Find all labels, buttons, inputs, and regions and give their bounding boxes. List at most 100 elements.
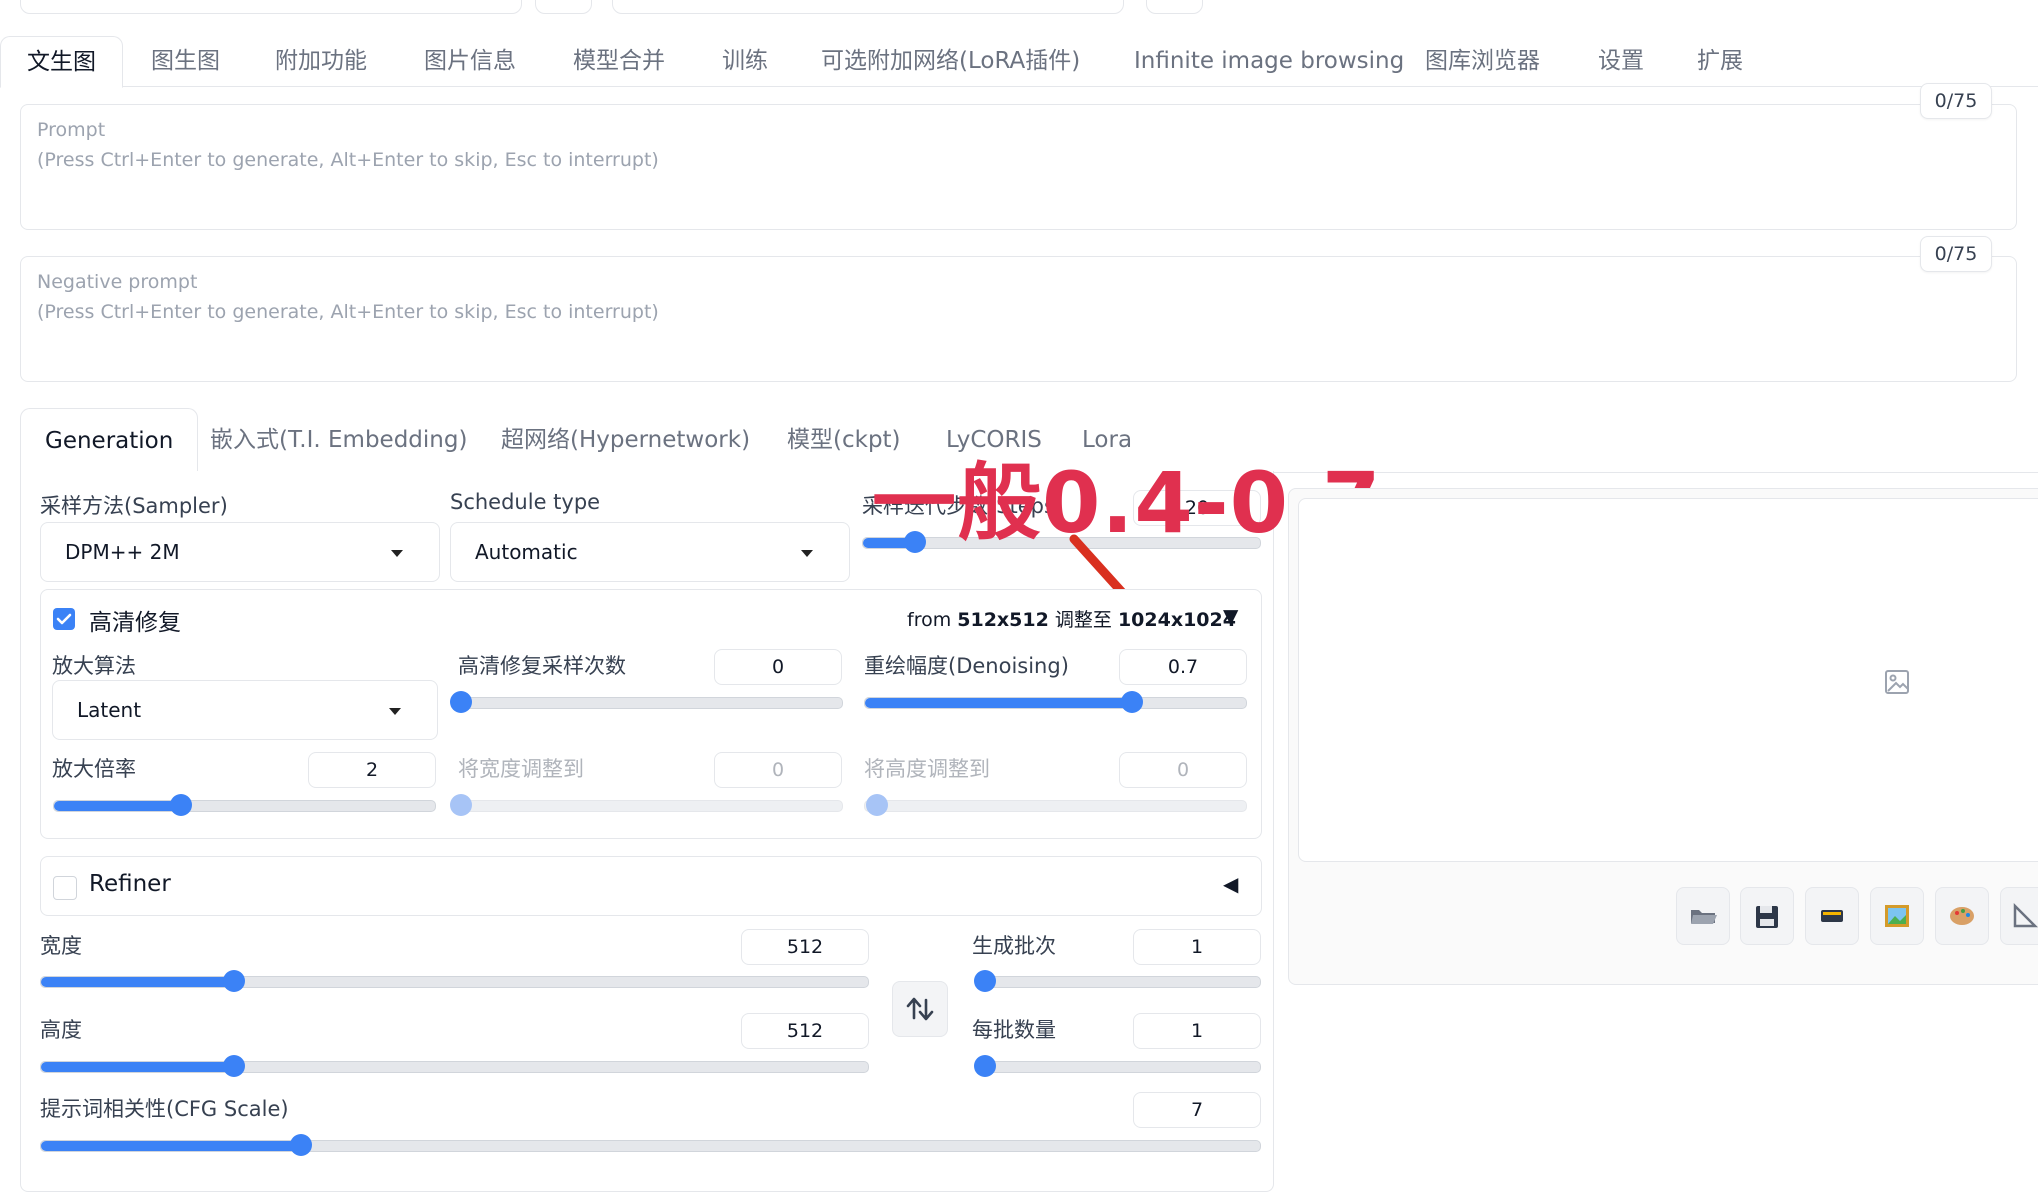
save-icon	[1756, 906, 1778, 928]
batch-count-slider-thumb[interactable]	[974, 970, 996, 992]
resize-width-label: 将宽度调整到	[458, 757, 584, 781]
height-slider-fill	[41, 1062, 234, 1072]
negative-prompt-textarea[interactable]: Negative prompt (Press Ctrl+Enter to gen…	[20, 256, 2017, 382]
upscale-by-slider-fill	[54, 801, 181, 811]
open-folder-button[interactable]	[1676, 887, 1730, 945]
width-input[interactable]: 512	[741, 929, 869, 965]
refiner-checkbox[interactable]	[53, 876, 77, 900]
denoising-slider-fill	[865, 698, 1132, 708]
width-slider[interactable]	[40, 970, 869, 992]
denoising-slider-thumb[interactable]	[1120, 691, 1143, 713]
negative-prompt-token-counter: 0/75	[1920, 236, 1992, 272]
upscale-by-input[interactable]: 2	[308, 752, 436, 788]
width-slider-thumb[interactable]	[222, 970, 245, 992]
palette-icon	[1950, 907, 1974, 925]
sampler-value: DPM++ 2M	[65, 540, 180, 564]
hires-steps-label: 高清修复采样次数	[458, 654, 626, 678]
checkmark-icon	[56, 613, 72, 625]
cfg-scale-slider[interactable]	[40, 1134, 1261, 1156]
tab-embedding[interactable]: 嵌入式(T.I. Embedding)	[210, 408, 467, 472]
tab-train[interactable]: 训练	[722, 36, 768, 86]
tab-infinite-image-browsing[interactable]: Infinite image browsing	[1134, 36, 1404, 86]
height-slider-thumb[interactable]	[222, 1055, 245, 1077]
upscaler-value: Latent	[77, 698, 142, 722]
swap-dimensions-button[interactable]	[892, 981, 948, 1037]
height-input[interactable]: 512	[741, 1013, 869, 1049]
sampler-dropdown[interactable]: DPM++ 2M	[40, 522, 440, 582]
hires-size-to-prefix: 调整至	[1048, 609, 1118, 631]
denoising-label: 重绘幅度(Denoising)	[864, 654, 1069, 678]
output-image-area	[1298, 498, 2038, 862]
cfg-scale-slider-fill	[41, 1141, 301, 1151]
refiner-panel	[40, 856, 1262, 916]
upscaler-label: 放大算法	[52, 654, 136, 678]
tab-extensions[interactable]: 扩展	[1697, 36, 1743, 86]
hires-fix-checkbox[interactable]	[53, 608, 75, 630]
hires-collapse-icon[interactable]: ▼	[1223, 604, 1238, 628]
batch-count-input[interactable]: 1	[1133, 929, 1261, 965]
prompt-hint: (Press Ctrl+Enter to generate, Alt+Enter…	[37, 149, 659, 171]
send-to-extras-button[interactable]	[2000, 887, 2038, 945]
tab-img2img[interactable]: 图生图	[151, 36, 220, 86]
denoising-input[interactable]: 0.7	[1119, 649, 1247, 685]
top-button-small[interactable]	[535, 0, 592, 14]
tab-gallery-browser[interactable]: 图库浏览器	[1425, 36, 1540, 86]
swap-arrows-icon	[906, 997, 934, 1021]
send-to-inpaint-button[interactable]	[1935, 887, 1989, 945]
hires-size-from-prefix: from	[907, 609, 958, 631]
batch-size-slider[interactable]	[974, 1055, 1261, 1077]
zip-icon	[1821, 910, 1843, 922]
zip-button[interactable]	[1805, 887, 1859, 945]
negative-prompt-label: Negative prompt	[37, 271, 198, 293]
schedule-type-label: Schedule type	[450, 490, 601, 514]
upscale-by-slider[interactable]	[53, 794, 436, 816]
tab-extras[interactable]: 附加功能	[275, 36, 367, 86]
top-field-right[interactable]	[612, 0, 1124, 14]
tab-additional-networks[interactable]: 可选附加网络(LoRA插件)	[821, 36, 1080, 86]
folder-icon	[1691, 910, 1717, 924]
height-slider[interactable]	[40, 1055, 869, 1077]
upscaler-dropdown[interactable]: Latent	[52, 680, 438, 740]
tab-checkpoint-merger[interactable]: 模型合并	[573, 36, 665, 86]
resize-height-slider-thumb[interactable]	[866, 794, 888, 816]
save-button[interactable]	[1740, 887, 1794, 945]
cfg-scale-slider-thumb[interactable]	[289, 1134, 312, 1156]
hires-steps-slider[interactable]	[450, 691, 843, 713]
schedule-type-dropdown[interactable]: Automatic	[450, 522, 850, 582]
top-button-right[interactable]	[1146, 0, 1203, 14]
tab-hypernetwork[interactable]: 超网络(Hypernetwork)	[501, 408, 750, 472]
width-slider-fill	[41, 977, 234, 987]
prompt-textarea[interactable]: Prompt (Press Ctrl+Enter to generate, Al…	[20, 104, 2017, 230]
resize-height-slider[interactable]	[864, 794, 1247, 816]
upscale-by-label: 放大倍率	[52, 757, 136, 781]
batch-size-slider-thumb[interactable]	[974, 1055, 996, 1077]
hires-steps-slider-thumb[interactable]	[450, 691, 472, 713]
cfg-scale-input[interactable]: 7	[1133, 1092, 1261, 1128]
chevron-down-icon	[391, 550, 403, 557]
tab-txt2img[interactable]: 文生图	[0, 36, 123, 88]
main-tab-bar: 文生图 图生图 附加功能 图片信息 模型合并 训练 可选附加网络(LoRA插件)…	[0, 36, 2038, 88]
tab-png-info[interactable]: 图片信息	[424, 36, 516, 86]
schedule-type-value: Automatic	[475, 540, 578, 564]
batch-size-input[interactable]: 1	[1133, 1013, 1261, 1049]
prompt-label: Prompt	[37, 119, 106, 141]
resize-width-input[interactable]: 0	[714, 752, 842, 788]
upscale-by-slider-thumb[interactable]	[169, 794, 192, 816]
top-field-left[interactable]	[20, 0, 522, 14]
send-to-img2img-button[interactable]	[1870, 887, 1924, 945]
batch-count-slider[interactable]	[974, 970, 1261, 992]
image-placeholder-icon	[1885, 670, 1909, 694]
height-label: 高度	[40, 1018, 82, 1042]
denoising-slider[interactable]	[864, 691, 1247, 713]
resize-width-slider-thumb[interactable]	[450, 794, 472, 816]
resize-height-input[interactable]: 0	[1119, 752, 1247, 788]
refiner-expand-icon[interactable]: ◀	[1223, 872, 1238, 896]
hires-size-info: from 512x512 调整至 1024x1024	[907, 605, 1236, 632]
resize-width-slider[interactable]	[450, 794, 843, 816]
hires-steps-input[interactable]: 0	[714, 649, 842, 685]
negative-prompt-hint: (Press Ctrl+Enter to generate, Alt+Enter…	[37, 301, 659, 323]
image-icon	[1885, 905, 1909, 927]
chevron-down-icon	[389, 708, 401, 715]
tab-settings[interactable]: 设置	[1598, 36, 1644, 86]
tab-generation[interactable]: Generation	[20, 408, 199, 474]
